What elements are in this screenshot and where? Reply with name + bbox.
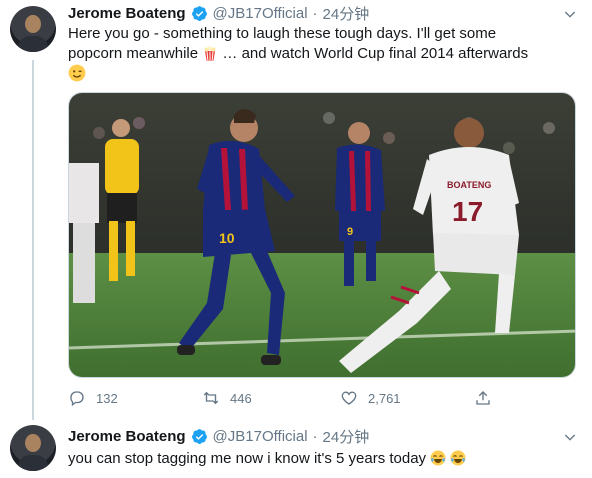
tweet-2[interactable]: Jerome Boateng @JB17Official · 24分钟 you … [0,420,592,478]
timestamp[interactable]: 24分钟 [323,426,370,447]
avatar[interactable] [10,425,56,471]
wink-emoji-icon [68,64,86,82]
background-player-white [69,163,99,303]
retweet-button[interactable]: 446 [202,388,252,408]
reply-icon [70,391,84,407]
popcorn-emoji-icon [204,46,216,61]
tweet-text-body: you can stop tagging me now i know it's … [68,450,427,467]
share-button[interactable] [474,388,492,408]
tears-of-joy-emoji-icon [430,450,446,466]
author-handle[interactable]: @JB17Official [213,5,308,22]
reply-button[interactable]: 132 [68,388,118,408]
tweet-text-line-2: popcorn meanwhile … and watch World Cup … [68,44,528,64]
reply-count: 132 [96,390,118,406]
player-seventeen-number: 17 [452,196,483,227]
tweet-1[interactable]: Jerome Boateng @JB17Official · 24分钟 Here… [0,0,592,420]
tweet-text: Here you go - something to laugh these t… [68,24,528,85]
football-match-photo: 10 9 BOATENG 17 [69,93,575,377]
avatar-shirt [18,455,48,471]
author-handle[interactable]: @JB17Official [213,428,308,445]
verified-badge-icon [191,5,207,21]
tweet-text-segment: … and watch World Cup final 2014 afterwa… [222,45,529,62]
avatar-shirt [18,36,48,52]
tweet-media-photo[interactable]: 10 9 BOATENG 17 [68,92,576,378]
tears-of-joy-emoji-icon [450,450,466,466]
like-count: 2,761 [368,390,401,406]
tweet-text-segment: popcorn meanwhile [68,45,199,62]
tweet-header: Jerome Boateng @JB17Official · 24分钟 [68,426,369,446]
separator-dot: · [312,427,318,445]
tweet-text-line-3 [68,64,528,85]
avatar-face [25,15,41,33]
player-ten-number: 10 [219,230,235,246]
separator-dot: · [312,4,318,22]
tweet-header: Jerome Boateng @JB17Official · 24分钟 [68,3,369,23]
svg-text:9: 9 [347,226,353,238]
thread-connector-line [32,60,34,420]
tweet-text: you can stop tagging me now i know it's … [68,449,466,469]
player-seventeen-name: BOATENG [447,180,491,190]
retweet-icon [203,391,219,405]
verified-badge-icon [191,428,207,444]
tweet-action-bar: 132 446 2,761 [68,388,518,408]
tweet-text-line-1: Here you go - something to laugh these t… [68,25,497,42]
heart-icon [341,391,357,405]
like-button[interactable]: 2,761 [340,388,401,408]
timestamp[interactable]: 24分钟 [323,3,370,24]
chevron-down-icon[interactable] [562,429,578,445]
share-icon [476,391,490,405]
chevron-down-icon[interactable] [562,6,578,22]
author-name[interactable]: Jerome Boateng [68,5,186,22]
retweet-count: 446 [230,390,252,406]
author-name[interactable]: Jerome Boateng [68,428,186,445]
avatar[interactable] [10,6,56,52]
avatar-face [25,434,41,452]
